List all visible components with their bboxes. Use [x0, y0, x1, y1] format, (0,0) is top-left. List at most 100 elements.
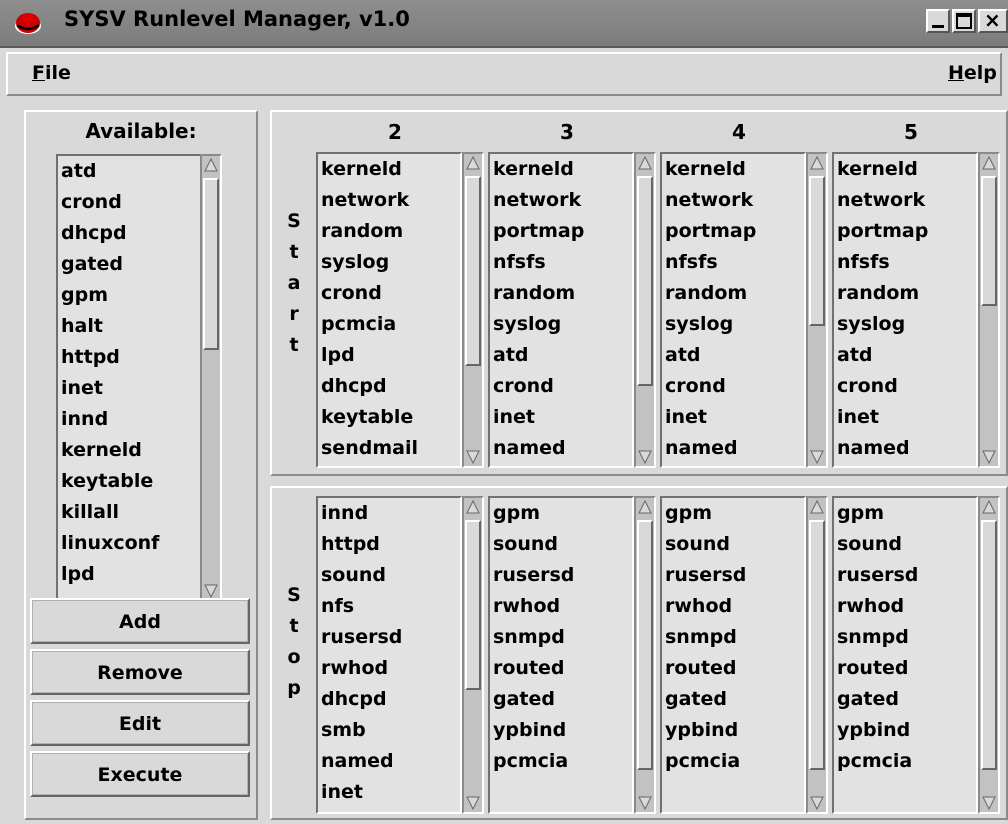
start-service-item[interactable]: atd [662, 340, 804, 371]
start-service-item[interactable]: syslog [662, 309, 804, 340]
scroll-thumb[interactable] [981, 520, 997, 770]
stop-service-item[interactable]: sound [318, 560, 460, 591]
stop-service-item[interactable]: pcmcia [834, 746, 976, 777]
start-service-item[interactable]: portmap [662, 216, 804, 247]
stop-service-item[interactable]: rwhod [318, 653, 460, 684]
available-item[interactable]: lpd [58, 559, 220, 590]
start-service-item[interactable]: portmap [490, 216, 632, 247]
start-service-item[interactable]: nfsfs [834, 247, 976, 278]
list-scrollbar[interactable] [462, 152, 484, 468]
start-service-item[interactable]: syslog [318, 247, 460, 278]
start-service-item[interactable]: portmap [834, 216, 976, 247]
scroll-up-icon[interactable] [982, 500, 996, 514]
available-item[interactable]: atd [58, 156, 220, 187]
start-service-item[interactable]: network [318, 185, 460, 216]
maximize-button[interactable] [952, 9, 976, 33]
scroll-up-icon[interactable] [638, 156, 652, 170]
stop-service-item[interactable]: rwhod [662, 591, 804, 622]
stop-service-item[interactable]: pcmcia [662, 746, 804, 777]
stop-service-item[interactable]: nfs [318, 591, 460, 622]
menu-help[interactable]: Help [948, 62, 997, 84]
stop-service-item[interactable]: ypbind [490, 715, 632, 746]
stop-list-runlevel-4[interactable]: gpm sound rusersd rwhod snmpd routed gated ypbi… [660, 496, 806, 814]
scroll-down-icon[interactable] [466, 450, 480, 464]
start-service-item[interactable]: crond [834, 371, 976, 402]
scroll-up-icon[interactable] [638, 500, 652, 514]
start-service-item[interactable]: network [834, 185, 976, 216]
start-service-item[interactable]: named [662, 433, 804, 464]
stop-service-item[interactable]: pcmcia [490, 746, 632, 777]
stop-service-item[interactable]: snmpd [834, 622, 976, 653]
stop-service-item[interactable]: ypbind [834, 715, 976, 746]
start-service-item[interactable]: pcmcia [318, 309, 460, 340]
remove-button[interactable]: Remove [30, 649, 250, 695]
available-item[interactable]: keytable [58, 466, 220, 497]
scroll-down-icon[interactable] [982, 450, 996, 464]
close-button[interactable]: × [978, 8, 1008, 33]
start-service-item[interactable]: inet [490, 402, 632, 433]
stop-list-runlevel-2[interactable]: innd httpd sound nfs rusersd rwhod dhcpd smb nam… [316, 496, 462, 814]
stop-service-item[interactable]: sound [662, 529, 804, 560]
scroll-up-icon[interactable] [204, 158, 218, 172]
scroll-down-icon[interactable] [638, 796, 652, 810]
start-service-item[interactable]: random [834, 278, 976, 309]
stop-service-item[interactable]: gpm [834, 498, 976, 529]
start-service-item[interactable]: named [834, 433, 976, 464]
menu-file[interactable]: File [32, 62, 71, 84]
start-service-item[interactable]: crond [662, 371, 804, 402]
stop-service-item[interactable]: rusersd [834, 560, 976, 591]
stop-list-runlevel-3[interactable]: gpm sound rusersd rwhod snmpd routed gated ypbi… [488, 496, 634, 814]
start-service-item[interactable]: named [490, 433, 632, 464]
start-service-item[interactable]: atd [834, 340, 976, 371]
start-service-item[interactable]: inet [662, 402, 804, 433]
stop-service-item[interactable]: gated [490, 684, 632, 715]
stop-service-item[interactable]: smb [318, 715, 460, 746]
scroll-up-icon[interactable] [810, 500, 824, 514]
available-item[interactable]: killall [58, 497, 220, 528]
start-service-item[interactable]: kerneld [834, 154, 976, 185]
start-service-item[interactable]: lpd [318, 340, 460, 371]
available-scrollbar[interactable] [200, 154, 222, 602]
start-service-item[interactable]: crond [490, 371, 632, 402]
scroll-thumb[interactable] [809, 176, 825, 326]
available-item[interactable]: kerneld [58, 435, 220, 466]
scroll-thumb[interactable] [203, 178, 219, 350]
start-list-runlevel-4[interactable]: kerneld network portmap nfsfs random syslog at… [660, 152, 806, 468]
scroll-down-icon[interactable] [638, 450, 652, 464]
scroll-thumb[interactable] [637, 176, 653, 386]
scroll-down-icon[interactable] [466, 796, 480, 810]
scroll-up-icon[interactable] [982, 156, 996, 170]
scroll-up-icon[interactable] [810, 156, 824, 170]
stop-service-item[interactable]: routed [662, 653, 804, 684]
scroll-thumb[interactable] [981, 176, 997, 306]
start-service-item[interactable]: syslog [490, 309, 632, 340]
minimize-button[interactable] [926, 9, 950, 33]
scroll-up-icon[interactable] [466, 156, 480, 170]
stop-service-item[interactable]: rusersd [318, 622, 460, 653]
scroll-thumb[interactable] [637, 520, 653, 770]
scroll-down-icon[interactable] [810, 796, 824, 810]
stop-service-item[interactable]: rusersd [662, 560, 804, 591]
list-scrollbar[interactable] [462, 496, 484, 814]
stop-service-item[interactable]: rwhod [834, 591, 976, 622]
stop-service-item[interactable]: gated [834, 684, 976, 715]
start-service-item[interactable]: random [662, 278, 804, 309]
start-service-item[interactable]: network [662, 185, 804, 216]
list-scrollbar[interactable] [978, 496, 1000, 814]
stop-service-item[interactable]: snmpd [662, 622, 804, 653]
available-item[interactable]: gated [58, 249, 220, 280]
available-item[interactable]: inet [58, 373, 220, 404]
start-service-item[interactable]: random [490, 278, 632, 309]
stop-service-item[interactable]: routed [490, 653, 632, 684]
title-bar[interactable]: SYSV Runlevel Manager, v1.0 × [0, 0, 1008, 48]
available-item[interactable]: httpd [58, 342, 220, 373]
available-item[interactable]: halt [58, 311, 220, 342]
list-scrollbar[interactable] [634, 152, 656, 468]
stop-service-item[interactable]: sound [834, 529, 976, 560]
list-scrollbar[interactable] [806, 152, 828, 468]
start-service-item[interactable]: kerneld [318, 154, 460, 185]
list-scrollbar[interactable] [978, 152, 1000, 468]
start-service-item[interactable]: random [318, 216, 460, 247]
stop-service-item[interactable]: rusersd [490, 560, 632, 591]
stop-service-item[interactable]: snmpd [490, 622, 632, 653]
